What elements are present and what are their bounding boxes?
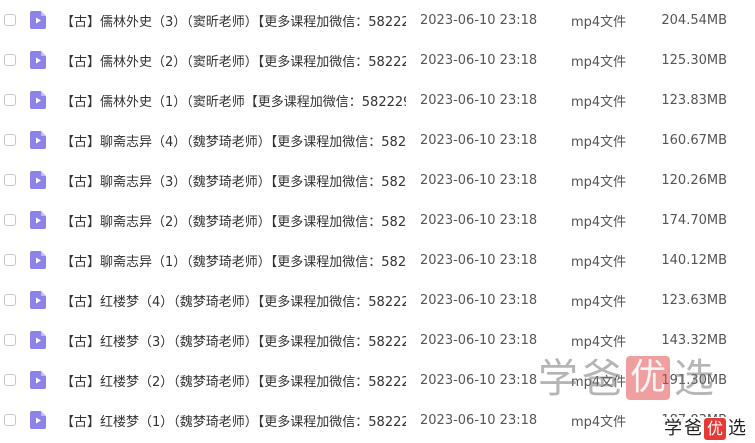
video-file-icon (30, 11, 46, 29)
video-file-icon (30, 211, 46, 229)
file-type: mp4文件 (571, 134, 627, 150)
row-checkbox[interactable] (4, 94, 16, 106)
file-row[interactable]: 【古】红楼梦（2）（魏梦琦老师）【更多课程加微信：58222... 2023-06… (0, 360, 755, 400)
file-row[interactable]: 【古】聊斋志异（3）（魏梦琦老师）【更多课程加微信：58222... 2023-0… (0, 160, 755, 200)
row-checkbox[interactable] (4, 294, 16, 306)
file-type: mp4文件 (571, 294, 627, 310)
file-name[interactable]: 【古】红楼梦（2）（魏梦琦老师）【更多课程加微信：58222... (61, 371, 406, 390)
file-size: 204.54MB (661, 12, 727, 28)
file-row[interactable]: 【古】红楼梦（3）（魏梦琦老师）【更多课程加微信：58222... 2023-06… (0, 320, 755, 360)
file-type: mp4文件 (571, 54, 627, 70)
file-type: mp4文件 (571, 254, 627, 270)
file-date: 2023-06-10 23:18 (420, 252, 538, 268)
file-name[interactable]: 【古】红楼梦（1）（魏梦琦老师）【更多课程加微信：58222... (61, 411, 406, 430)
file-row[interactable]: 【古】儒林外史（2）（窦昕老师）【更多课程加微信：58222... 2023-06… (0, 40, 755, 80)
row-checkbox[interactable] (4, 54, 16, 66)
row-checkbox[interactable] (4, 334, 16, 346)
file-date: 2023-06-10 23:18 (420, 52, 538, 68)
file-type: mp4文件 (571, 334, 627, 350)
row-checkbox[interactable] (4, 134, 16, 146)
watermark-logo-char: 选 (728, 418, 746, 439)
row-checkbox[interactable] (4, 414, 16, 426)
file-row[interactable]: 【古】聊斋志异（1）（魏梦琦老师）【更多课程加微信：58222... 2023-0… (0, 240, 755, 280)
file-date: 2023-06-10 23:18 (420, 372, 538, 388)
file-date: 2023-06-10 23:18 (420, 412, 538, 428)
file-type: mp4文件 (571, 414, 627, 430)
file-row[interactable]: 【古】红楼梦（1）（魏梦琦老师）【更多课程加微信：58222... 2023-06… (0, 400, 755, 440)
file-size: 120.26MB (661, 172, 727, 188)
video-file-icon (30, 131, 46, 149)
watermark-logo: 学 爸 优 选 (661, 417, 749, 441)
file-name[interactable]: 【古】聊斋志异（3）（魏梦琦老师）【更多课程加微信：58222... (61, 171, 406, 190)
file-row[interactable]: 【古】儒林外史（1）（窦昕老师【更多课程加微信：582229... 2023-06… (0, 80, 755, 120)
file-name[interactable]: 【古】聊斋志异（1）（魏梦琦老师）【更多课程加微信：58222... (61, 251, 406, 270)
video-file-icon (30, 51, 46, 69)
file-date: 2023-06-10 23:18 (420, 292, 538, 308)
file-size: 191.30MB (661, 372, 727, 388)
file-type: mp4文件 (571, 214, 627, 230)
file-date: 2023-06-10 23:18 (420, 12, 538, 28)
file-type: mp4文件 (571, 374, 627, 390)
video-file-icon (30, 91, 46, 109)
file-type: mp4文件 (571, 94, 627, 110)
video-file-icon (30, 171, 46, 189)
file-type: mp4文件 (571, 174, 627, 190)
file-date: 2023-06-10 23:18 (420, 92, 538, 108)
watermark-logo-char: 爸 (684, 418, 702, 439)
video-file-icon (30, 371, 46, 389)
file-row[interactable]: 【古】儒林外史（3）（窦昕老师）【更多课程加微信：58222... 2023-06… (0, 0, 755, 40)
file-row[interactable]: 【古】红楼梦（4）（魏梦琦老师）【更多课程加微信：58222... 2023-06… (0, 280, 755, 320)
file-row[interactable]: 【古】聊斋志异（2）（魏梦琦老师）【更多课程加微信：58222... 2023-0… (0, 200, 755, 240)
file-name[interactable]: 【古】聊斋志异（4）（魏梦琦老师）【更多课程加微信：58222... (61, 131, 406, 150)
row-checkbox[interactable] (4, 254, 16, 266)
file-date: 2023-06-10 23:18 (420, 172, 538, 188)
file-name[interactable]: 【古】聊斋志异（2）（魏梦琦老师）【更多课程加微信：58222... (61, 211, 406, 230)
file-size: 123.83MB (661, 92, 727, 108)
file-row[interactable]: 【古】聊斋志异（4）（魏梦琦老师）【更多课程加微信：58222... 2023-0… (0, 120, 755, 160)
row-checkbox[interactable] (4, 174, 16, 186)
file-name[interactable]: 【古】红楼梦（4）（魏梦琦老师）【更多课程加微信：58222... (61, 291, 406, 310)
file-size: 160.67MB (661, 132, 727, 148)
row-checkbox[interactable] (4, 14, 16, 26)
file-date: 2023-06-10 23:18 (420, 212, 538, 228)
file-name[interactable]: 【古】儒林外史（3）（窦昕老师）【更多课程加微信：58222... (61, 11, 406, 30)
watermark-logo-char: 学 (664, 418, 682, 439)
file-date: 2023-06-10 23:18 (420, 332, 538, 348)
row-checkbox[interactable] (4, 374, 16, 386)
file-name[interactable]: 【古】儒林外史（2）（窦昕老师）【更多课程加微信：58222... (61, 51, 406, 70)
row-checkbox[interactable] (4, 214, 16, 226)
file-size: 123.63MB (661, 292, 727, 308)
file-name[interactable]: 【古】红楼梦（3）（魏梦琦老师）【更多课程加微信：58222... (61, 331, 406, 350)
file-list: 【古】儒林外史（3）（窦昕老师）【更多课程加微信：58222... 2023-06… (0, 0, 755, 443)
watermark-logo-badge: 优 (704, 418, 726, 440)
file-size: 174.70MB (661, 212, 727, 228)
file-name[interactable]: 【古】儒林外史（1）（窦昕老师【更多课程加微信：582229... (61, 91, 406, 110)
video-file-icon (30, 411, 46, 429)
video-file-icon (30, 251, 46, 269)
file-size: 140.12MB (661, 252, 727, 268)
file-size: 143.32MB (661, 332, 727, 348)
file-type: mp4文件 (571, 14, 627, 30)
file-size: 125.30MB (661, 52, 727, 68)
video-file-icon (30, 291, 46, 309)
video-file-icon (30, 331, 46, 349)
file-date: 2023-06-10 23:18 (420, 132, 538, 148)
